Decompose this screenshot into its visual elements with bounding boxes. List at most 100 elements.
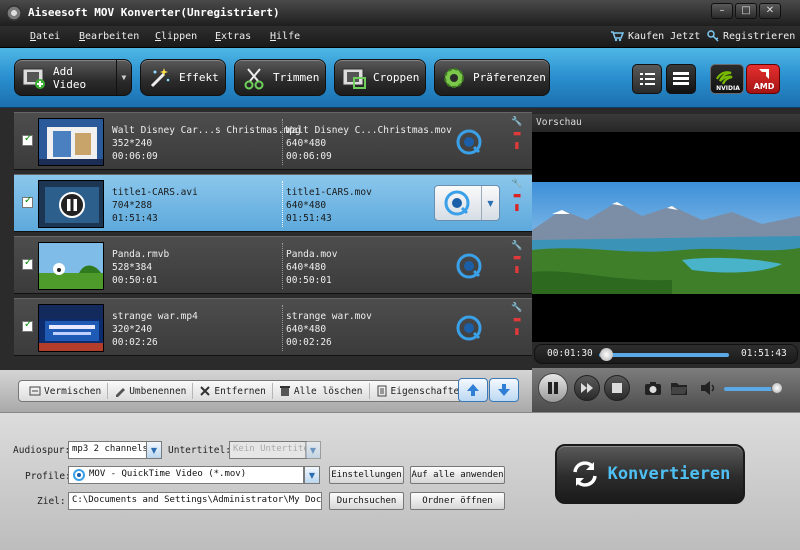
audio-track-dropdown-icon[interactable]: ▼ [146, 441, 162, 459]
output-duration: 01:51:43 [286, 213, 332, 224]
fast-forward-button[interactable] [574, 375, 600, 401]
edit-wrench-icon[interactable]: 🔧 [511, 241, 522, 251]
quicktime-format-icon[interactable] [456, 253, 482, 282]
snapshot-button[interactable] [644, 380, 662, 399]
file-checkbox[interactable] [22, 195, 33, 208]
buy-now-link[interactable]: Kaufen Jetzt [610, 30, 700, 42]
move-down-button[interactable] [489, 378, 519, 402]
source-duration: 00:02:26 [112, 337, 158, 348]
effekt-button[interactable]: Effekt [140, 59, 226, 96]
output-format-selector[interactable]: ▼ [434, 185, 500, 221]
pause-button[interactable] [538, 373, 568, 403]
rename-button[interactable]: Umbenennen [108, 383, 194, 399]
menu-extras[interactable]: Extras [215, 31, 251, 42]
close-button[interactable]: ✕ [759, 3, 781, 19]
seek-handle[interactable] [599, 348, 613, 361]
menu-bearbeiten[interactable]: Bearbeiten [79, 31, 139, 42]
delete-icon[interactable]: ▬ [513, 315, 522, 325]
edit-wrench-icon[interactable]: 🔧 [511, 303, 522, 313]
add-video-button[interactable]: Add Video ▼ [14, 59, 132, 96]
stop-icon [612, 383, 622, 393]
quicktime-small-icon [73, 469, 85, 481]
crop-film-icon [341, 65, 367, 91]
row-divider [282, 119, 283, 165]
move-up-button[interactable] [458, 378, 488, 402]
mute-button[interactable] [700, 380, 716, 399]
source-file-info: Panda.rmvb 528*384 00:50:01 [112, 248, 169, 287]
list-action-strip: Vermischen Umbenennen Entfernen Alle lös… [18, 380, 476, 402]
register-link[interactable]: Registrieren [707, 30, 795, 42]
preview-header: Vorschau [532, 114, 800, 132]
remove-button[interactable]: Entfernen [193, 383, 273, 399]
merge-icon [29, 386, 41, 396]
list-action-bar: Vermischen Umbenennen Entfernen Alle lös… [0, 370, 532, 412]
volume-handle[interactable] [771, 382, 784, 394]
open-folder-button[interactable]: Ordner öffnen [410, 492, 505, 510]
file-checkbox[interactable] [22, 257, 33, 270]
source-resolution: 320*240 [112, 324, 153, 335]
file-checkbox[interactable] [22, 133, 33, 146]
file-checkbox[interactable] [22, 319, 33, 332]
seek-track[interactable] [599, 353, 729, 357]
file-row[interactable]: strange war.mp4 320*240 00:02:26 strange… [14, 298, 532, 356]
source-file-info: title1-CARS.avi 704*288 01:51:43 [112, 186, 198, 225]
preview-screen [532, 132, 800, 342]
add-video-dropdown-icon[interactable]: ▼ [115, 60, 131, 95]
file-row[interactable]: Walt Disney Car...s Christmas.mpg 352*24… [14, 112, 532, 170]
delete-icon[interactable]: ▬ [513, 253, 522, 263]
delete-icon[interactable]: ▬ [513, 129, 522, 139]
properties-button[interactable]: Eigenschaften [370, 383, 471, 399]
row-action-icons: 🔧 ▬ ▮ [510, 241, 524, 291]
trash-icon[interactable]: ▮ [515, 203, 520, 213]
convert-button[interactable]: Konvertieren [555, 444, 745, 504]
trash-icon[interactable]: ▮ [515, 327, 520, 337]
quicktime-format-icon[interactable] [456, 315, 482, 344]
detail-view-toggle[interactable] [666, 64, 696, 94]
trimmen-label: Trimmen [273, 71, 320, 84]
arrow-up-icon [467, 384, 479, 396]
file-row-selected[interactable]: title1-CARS.avi 704*288 01:51:43 title1-… [14, 174, 532, 232]
audio-track-select[interactable]: mp3 2 channels [68, 441, 148, 459]
file-row[interactable]: Panda.rmvb 528*384 00:50:01 Panda.mov 64… [14, 236, 532, 294]
audio-track-label: Audiospur: [13, 445, 71, 456]
quicktime-format-icon[interactable] [456, 129, 482, 158]
trash-icon[interactable]: ▮ [515, 141, 520, 151]
format-dropdown-icon[interactable]: ▼ [481, 186, 499, 220]
minimize-button[interactable]: – [711, 3, 733, 19]
source-duration: 00:50:01 [112, 275, 158, 286]
row-action-icons: 🔧 ▬ ▮ [510, 117, 524, 167]
browse-button[interactable]: Durchsuchen [329, 492, 404, 510]
menu-hilfe[interactable]: Hilfe [270, 31, 300, 42]
trimmen-button[interactable]: Trimmen [234, 59, 326, 96]
maximize-button[interactable]: □ [735, 3, 757, 19]
edit-wrench-icon[interactable]: 🔧 [511, 179, 522, 189]
output-filename: strange war.mov [286, 311, 372, 322]
convert-label: Konvertieren [607, 464, 731, 484]
settings-button[interactable]: Einstellungen [329, 466, 404, 484]
profile-dropdown-icon[interactable]: ▼ [304, 466, 320, 484]
source-filename: Panda.rmvb [112, 249, 170, 260]
folder-icon [671, 383, 687, 395]
open-snapshot-folder-button[interactable] [670, 380, 688, 399]
stop-button[interactable] [604, 375, 630, 401]
row-divider [282, 305, 283, 351]
merge-button[interactable]: Vermischen [23, 383, 109, 399]
praeferenzen-button[interactable]: Präferenzen [434, 59, 550, 96]
croppen-button[interactable]: Croppen [334, 59, 426, 96]
edit-wrench-icon[interactable]: 🔧 [511, 117, 522, 127]
delete-icon[interactable]: ▬ [513, 191, 522, 201]
profile-select[interactable]: MOV - QuickTime Video (*.mov) [68, 466, 304, 484]
clear-all-label: Alle löschen [293, 385, 363, 397]
preview-image [532, 132, 800, 342]
output-resolution: 640*480 [286, 138, 327, 149]
list-view-toggle[interactable] [632, 64, 662, 94]
row-divider [282, 243, 283, 289]
row-action-icons: 🔧 ▬ ▮ [510, 179, 524, 229]
destination-input[interactable]: C:\Documents and Settings\Administrator\… [68, 492, 322, 510]
menu-clippen[interactable]: Clippen [155, 31, 197, 42]
trash-icon[interactable]: ▮ [515, 265, 520, 275]
pause-icon [548, 382, 558, 394]
clear-all-button[interactable]: Alle löschen [273, 383, 370, 399]
menu-datei[interactable]: Datei [30, 31, 60, 42]
apply-to-all-button[interactable]: Auf alle anwenden [410, 466, 505, 484]
